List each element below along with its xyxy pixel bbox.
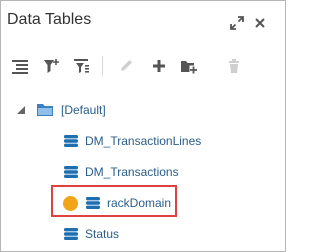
database-icon <box>63 226 79 242</box>
database-icon <box>63 164 79 180</box>
toolbar-separator <box>102 56 103 76</box>
panel-title: Data Tables <box>7 11 92 28</box>
tree-item-dm-transactions[interactable]: DM_Transactions <box>63 161 179 183</box>
expand-arrows-icon[interactable] <box>227 13 247 33</box>
add-plus-icon[interactable] <box>148 55 170 77</box>
tree-item-label: DM_Transactions <box>85 165 179 179</box>
delete-trash-icon[interactable] <box>223 55 245 77</box>
folder-icon <box>35 102 55 118</box>
database-icon <box>63 133 79 149</box>
toolbar <box>1 51 285 81</box>
add-folder-icon[interactable] <box>178 55 200 77</box>
tree-root-label: [Default] <box>61 103 106 117</box>
tree-item-label: Status <box>85 227 120 241</box>
tree-item-status[interactable]: Status <box>63 223 119 245</box>
edit-pencil-icon[interactable] <box>115 55 137 77</box>
tree-root-default[interactable]: [Default] <box>15 99 106 121</box>
data-tables-panel: Data Tables [Default] DM_TransactionLine… <box>0 0 286 252</box>
tree-item-label: DM_TransactionLines <box>85 134 202 148</box>
list-columns-icon[interactable] <box>9 55 31 77</box>
filter-list-icon[interactable] <box>71 55 93 77</box>
highlight-box <box>51 185 177 217</box>
collapse-triangle-icon[interactable] <box>15 105 27 115</box>
filter-add-icon[interactable] <box>41 55 63 77</box>
panel-header: Data Tables <box>1 1 285 45</box>
tree-item-dm-transactionlines[interactable]: DM_TransactionLines <box>63 130 201 152</box>
close-icon[interactable] <box>250 13 270 33</box>
